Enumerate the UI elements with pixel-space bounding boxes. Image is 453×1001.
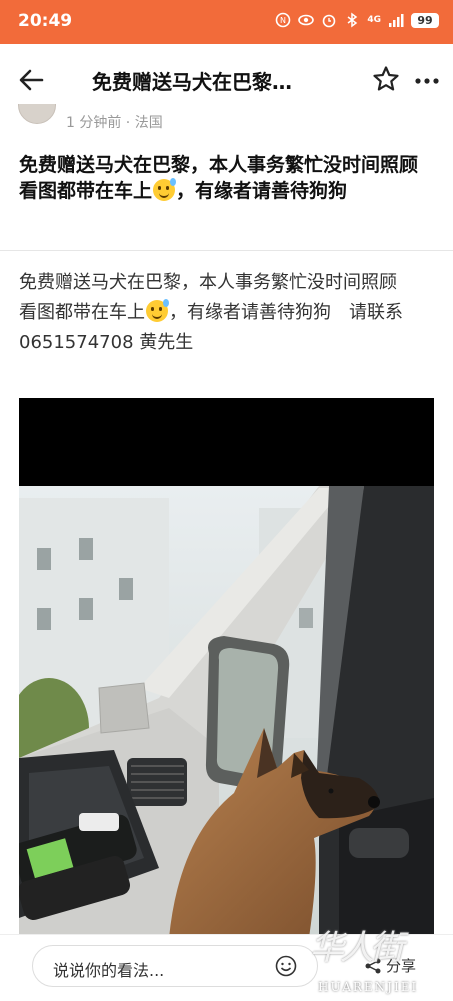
comment-placeholder: 说说你的看法... [53,961,165,980]
author-row: 1 分钟前 · 法国 [0,104,453,134]
svg-text:N: N [280,16,286,25]
comment-input[interactable]: 说说你的看法... [32,945,318,987]
post-body: 免费赠送马犬在巴黎，本人事务繁忙没时间照顾 看图都带在车上 ，有缘者请善待狗狗 请… [19,268,437,358]
grinning-sweat-emoji-icon [153,178,177,201]
network-label: 4G [367,15,381,25]
post-title: 免费赠送马犬在巴黎，本人事务繁忙没时间照顾 看图都带在车上 ，有缘者请善待狗狗 [19,152,435,204]
watermark-en: HUARENJIEI [318,980,419,994]
body-text-2a: 看图都带在车上 [19,302,145,323]
nfc-icon: N [276,12,291,28]
watermark-cn: 华人街 [310,928,404,968]
body-paragraph-1: 免费赠送马犬在巴黎，本人事务繁忙没时间照顾 [19,272,397,293]
bluetooth-icon [347,12,358,28]
avatar[interactable] [18,104,56,124]
status-icons: N 4G 99 [275,12,439,28]
more-icon[interactable] [414,77,440,85]
status-bar: 20:49 N 4G 99 [0,0,453,44]
status-time: 20:49 [18,11,73,31]
post-title-text-2: ，有缘者请善待狗狗 [176,180,348,202]
body-paragraph-2: 看图都带在车上 ，有缘者请善待狗狗 请联系0651574708 黄先生 [19,298,437,358]
alarm-icon [323,14,336,28]
dog-in-van-image [19,398,434,938]
smile-icon[interactable] [275,955,297,977]
watermark-logo: 华人街 HUARENJIEI [310,920,416,994]
eye-icon [298,14,315,26]
back-arrow-icon[interactable] [16,66,46,94]
divider [0,250,453,251]
grinning-sweat-emoji-icon [146,299,169,322]
post-photo[interactable] [19,398,434,938]
page-title: 免费赠送马犬在巴黎… [92,70,292,94]
signal-icon [389,14,404,27]
post-meta: 1 分钟前 · 法国 [66,115,163,131]
star-icon[interactable] [372,65,400,93]
battery-indicator: 99 [411,12,439,28]
